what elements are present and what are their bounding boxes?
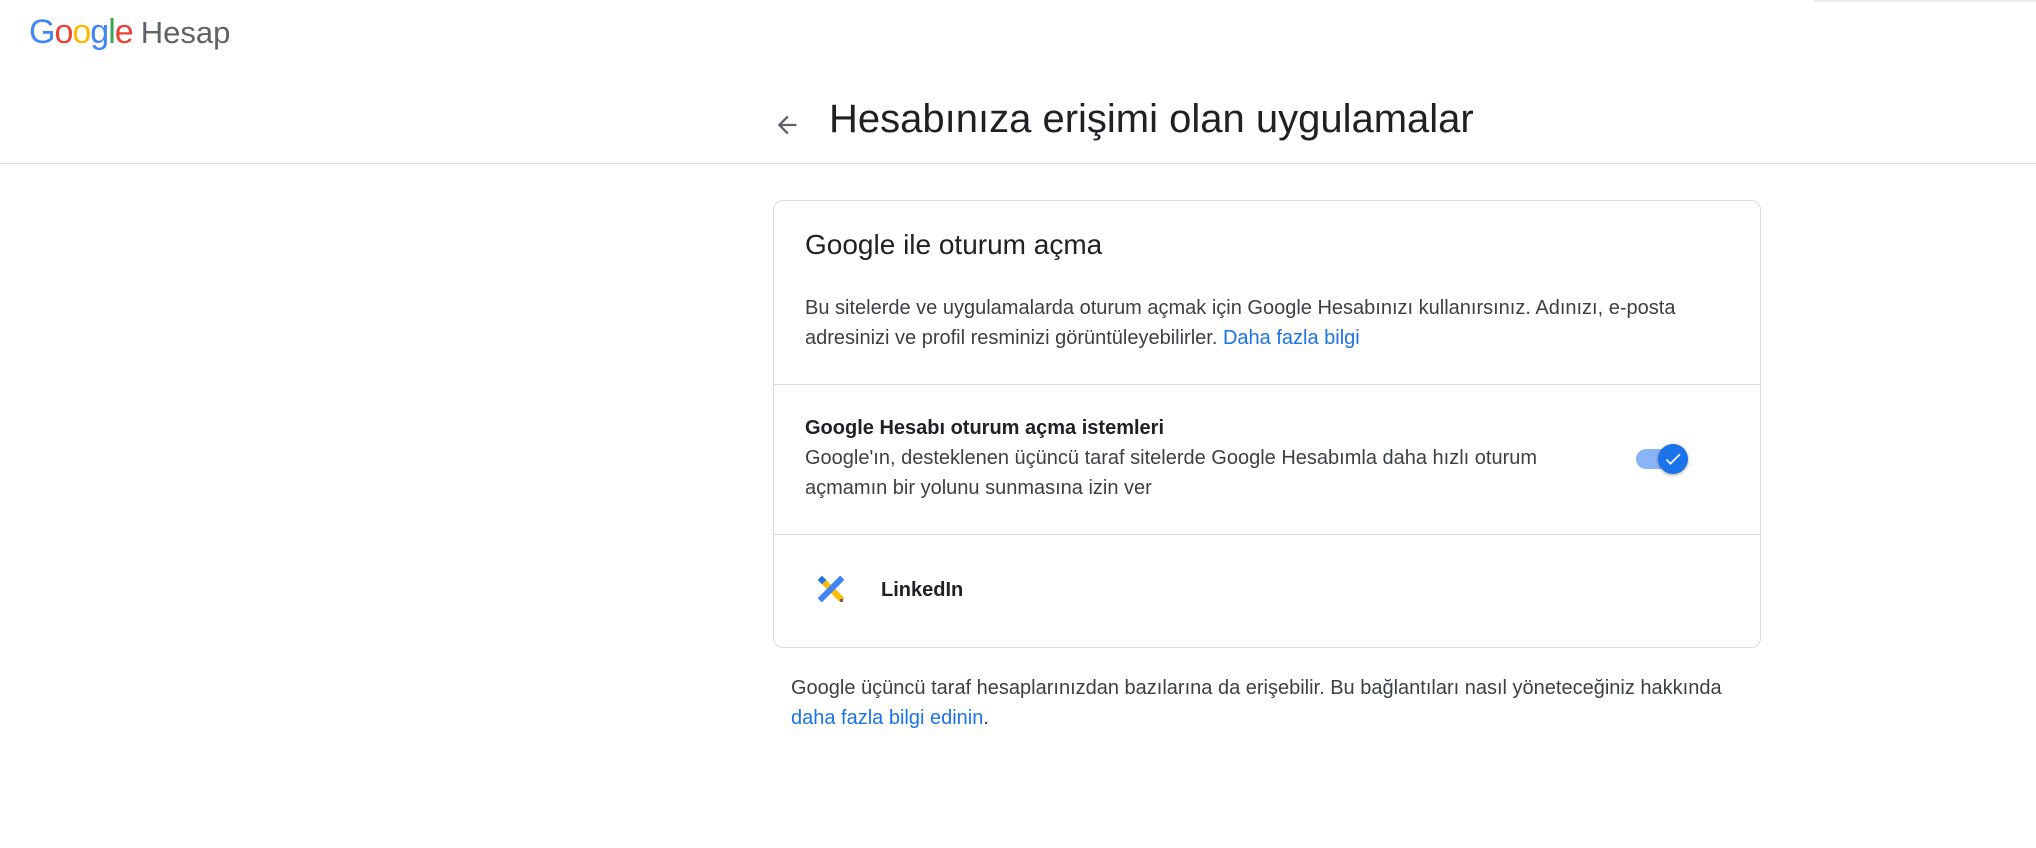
toggle-thumb [1658,444,1688,474]
sign-in-with-google-card: Google ile oturum açma Bu sitelerde ve u… [773,200,1761,648]
top-bar: Google Hesap [0,0,2036,70]
arrow-back-icon [777,115,797,135]
back-button[interactable] [764,102,810,148]
learn-more-link[interactable]: Daha fazla bilgi [1223,327,1360,349]
google-account-logo[interactable]: Google Hesap [29,13,230,52]
setting-title: Google Hesabı oturum açma istemleri [805,417,1164,439]
sign-in-prompts-toggle[interactable] [1634,442,1694,476]
logo-letter: G [29,13,55,51]
card-description: Bu sitelerde ve uygulamalarda oturum açm… [805,293,1725,353]
card-header-section: Google ile oturum açma Bu sitelerde ve u… [774,201,1760,385]
logo-letter: g [90,13,109,51]
logo-product-name: Hesap [140,15,231,50]
page-header: Hesabınıza erişimi olan uygulamalar [0,70,2036,164]
google-wordmark: Google [29,13,134,52]
logo-letter: o [72,13,91,51]
footer-suffix: . [983,707,989,729]
third-party-accounts-note: Google üçüncü taraf hesaplarınızdan bazı… [791,673,1751,733]
footer-text: Google üçüncü taraf hesaplarınızdan bazı… [791,677,1722,699]
card-title: Google ile oturum açma [805,229,1103,260]
account-panel-edge [1814,0,2036,3]
footer-learn-more-link[interactable]: daha fazla bilgi edinin [791,707,983,729]
tools-icon [817,575,845,603]
app-row-linkedin[interactable]: LinkedIn [774,534,1760,647]
sign-in-prompts-setting[interactable]: Google Hesabı oturum açma istemleri Goog… [774,384,1760,535]
logo-letter: e [114,13,134,51]
setting-description: Google'ın, desteklenen üçüncü taraf site… [805,447,1538,499]
check-icon [1665,453,1681,465]
logo-letter: o [54,13,73,51]
app-name: LinkedIn [881,579,964,601]
page-title: Hesabınıza erişimi olan uygulamalar [829,97,1474,141]
